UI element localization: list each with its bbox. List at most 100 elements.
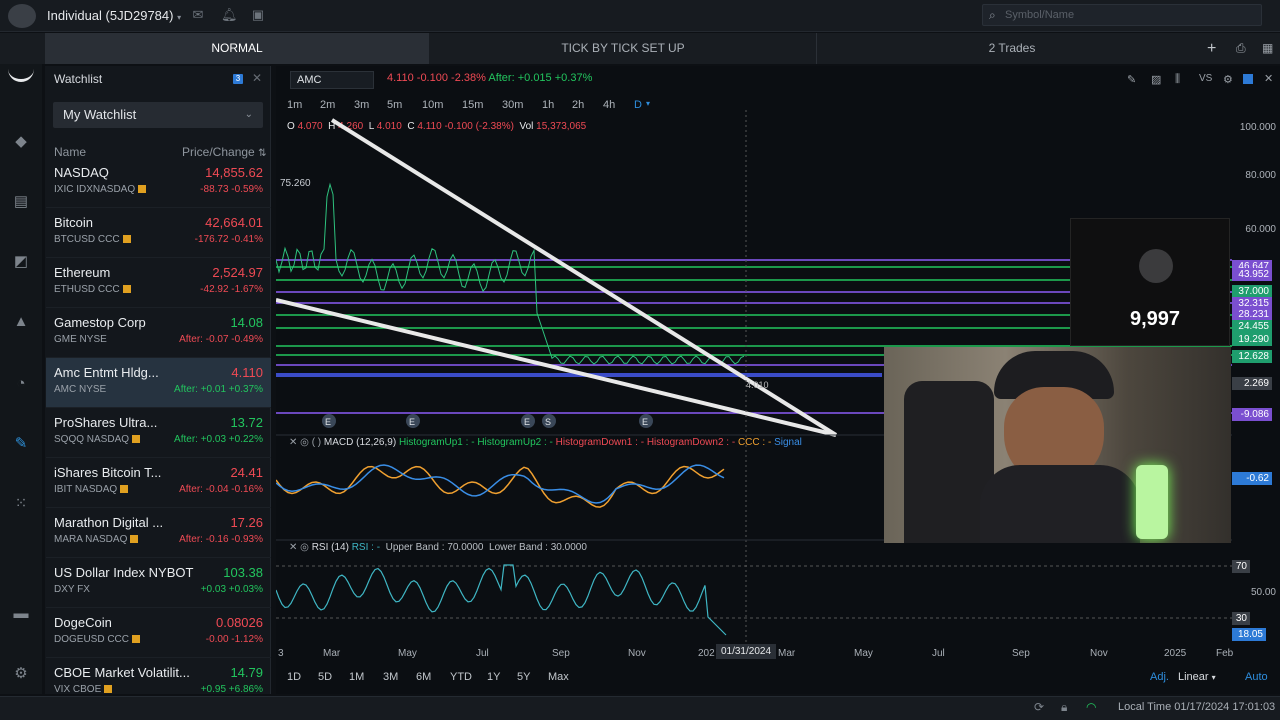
gauge-icon[interactable]: ◔ (11, 374, 31, 394)
overlay-avatar (1139, 249, 1173, 283)
apps-grid-icon[interactable]: ⁙ (11, 494, 31, 514)
trendline-lower[interactable] (276, 298, 837, 437)
symbol-search[interactable]: ⌕ (982, 4, 1262, 26)
document-icon[interactable]: ▤ (11, 192, 31, 212)
price-axis[interactable]: 100.000 80.000 60.000 46.647 43.952 37.000… (1232, 118, 1280, 648)
close-icon[interactable]: ✕ (289, 437, 297, 448)
tag-icon[interactable]: ◆ (11, 132, 31, 152)
chat-icon[interactable]: ▬ (11, 604, 31, 624)
macd-hist-down2: HistogramDown2 : - (646, 437, 736, 448)
range-6M[interactable]: 6M (416, 671, 431, 683)
macd-hist-up2: HistogramUp2 : - (477, 437, 553, 448)
range-5D[interactable]: 5D (318, 671, 332, 683)
symbol-exchange: DXY FX (54, 584, 90, 595)
symbol-change: +0.95 +6.86% (200, 684, 263, 695)
save-layout-icon[interactable]: ⎙ (1236, 41, 1246, 56)
trade-tools-icon[interactable]: ✎ (11, 434, 31, 454)
auto-scale-toggle[interactable]: Auto (1245, 671, 1268, 683)
watchlist-row[interactable]: Bitcoin BTCUSD CCC 42,664.01 -176.72 -0.41% (46, 208, 271, 258)
high-marker: 75.260 (280, 178, 311, 189)
settings-icon[interactable]: ⚙ (1223, 73, 1233, 86)
range-3M[interactable]: 3M (383, 671, 398, 683)
symbol-price: 4.110 (231, 365, 263, 380)
watchlist-row[interactable]: NASDAQ IXIC IDXNASDAQ 14,855.62 -88.73 -0.5… (46, 158, 271, 208)
symbol-input[interactable]: AMC (290, 71, 374, 89)
scale-type-select[interactable]: Linear ▾ (1178, 671, 1216, 683)
delay-flag-icon (120, 485, 129, 494)
price-level-tag: 2.269 (1232, 377, 1272, 390)
add-tab-icon[interactable]: + (1207, 40, 1216, 58)
indicator-icon[interactable]: ▨ (1151, 73, 1161, 86)
refresh-icon[interactable]: ⟳ (1034, 700, 1044, 714)
close-icon[interactable]: ✕ (252, 71, 262, 85)
range-1D[interactable]: 1D (287, 671, 301, 683)
symbol-exchange: IBIT NASDAQ (54, 484, 129, 495)
symbol-exchange-label: VIX CBOE (54, 684, 102, 695)
symbol-exchange: MARA NASDAQ (54, 534, 139, 545)
rsi-title: RSI (14) (311, 542, 349, 553)
watchlist-row[interactable]: iShares Bitcoin T... IBIT NASDAQ 24.41 Afte… (46, 458, 271, 508)
symbol-exchange-label: AMC NYSE (54, 384, 107, 395)
mail-icon[interactable]: ✉ (191, 8, 205, 22)
range-Max[interactable]: Max (548, 671, 569, 683)
layout-grid-icon[interactable]: ▦ (1262, 41, 1273, 55)
watchlist-row[interactable]: Gamestop Corp GME NYSE 14.08 After: -0.07 -… (46, 308, 271, 358)
settings-icon[interactable]: ◎ (300, 437, 309, 448)
watchlist-row[interactable]: ProShares Ultra... SQQQ NASDAQ 13.72 After:… (46, 408, 271, 458)
tab-normal[interactable]: NORMAL (45, 33, 429, 64)
column-header-name[interactable]: Name (54, 145, 86, 159)
y-tick-label: 80.000 (1245, 170, 1276, 181)
account-selector[interactable]: Individual (5JD29784) ▾ (47, 8, 181, 23)
adjusted-toggle[interactable]: Adj. (1150, 671, 1169, 683)
range-5Y[interactable]: 5Y (517, 671, 530, 683)
close-icon[interactable]: ✕ (1264, 72, 1273, 85)
symbol-exchange-label: DOGEUSD CCC (54, 634, 130, 645)
x-tick-label: Jul (476, 648, 489, 659)
candle-type-icon[interactable]: ⫼ (1175, 73, 1180, 86)
watchlist-row[interactable]: Marathon Digital ... MARA NASDAQ 17.26 Afte… (46, 508, 271, 558)
symbol-price: 103.38 (223, 565, 263, 580)
cap-icon[interactable]: ▲ (11, 312, 31, 332)
bell-icon[interactable]: 🔔︎ (221, 8, 238, 22)
search-input[interactable] (1005, 7, 1255, 23)
symbol-change: After: +0.03 +0.22% (174, 434, 263, 445)
symbol-price: 14.79 (230, 665, 263, 680)
message-icon[interactable]: ▣ (251, 8, 265, 22)
rsi-tag-value: 18.05 (1232, 628, 1266, 641)
settings-icon[interactable]: ⚙ (11, 664, 31, 684)
settings-icon[interactable]: ◎ (300, 542, 309, 553)
compare-icon[interactable]: VS (1199, 73, 1212, 84)
symbol-change: -88.73 -0.59% (200, 184, 263, 195)
user-avatar[interactable] (8, 4, 36, 28)
tab-tick-by-tick[interactable]: TICK BY TICK SET UP (430, 33, 816, 64)
rsi-upper: Upper Band : 70.0000 (385, 542, 484, 553)
range-1Y[interactable]: 1Y (487, 671, 500, 683)
close-icon[interactable]: ✕ (289, 542, 297, 553)
watchlist-row[interactable]: US Dollar Index NYBOT DXY FX 103.38 +0.03 +… (46, 558, 271, 608)
symbol-change: -176.72 -0.41% (194, 234, 263, 245)
lock-icon[interactable]: 🔒︎ (1061, 700, 1067, 715)
visibility-icon[interactable]: ( ) (312, 437, 321, 448)
symbol-name: Gamestop Corp (54, 315, 146, 330)
watchlist-selector[interactable]: My Watchlist ⌄ (53, 102, 263, 128)
tab-trades[interactable]: 2 Trades (817, 33, 1207, 64)
rsi-lower: Lower Band : 30.0000 (489, 542, 587, 553)
watchlist-row[interactable]: Ethereum ETHUSD CCC 2,524.97 -42.92 -1.67% (46, 258, 271, 308)
range-1M[interactable]: 1M (349, 671, 364, 683)
chart-icon[interactable]: ◩ (11, 252, 31, 272)
link-icon[interactable] (1243, 74, 1253, 84)
pencil-icon[interactable]: ✎ (1127, 73, 1136, 86)
watchlist-row[interactable]: DogeCoin DOGEUSD CCC 0.08026 -0.00 -1.12% (46, 608, 271, 658)
symbol-price: 14,855.62 (205, 165, 263, 180)
chevron-down-icon: ▾ (177, 13, 182, 22)
symbol-exchange-label: DXY FX (54, 584, 90, 595)
lamp-shape (1136, 465, 1168, 539)
column-header-price[interactable]: Price/Change ⇅ (182, 145, 266, 159)
range-YTD[interactable]: YTD (450, 671, 472, 683)
x-tick-label: Jul (932, 648, 945, 659)
chevron-down-icon[interactable]: ▾ (646, 99, 650, 108)
symbol-exchange-label: MARA NASDAQ (54, 534, 128, 545)
macd-ccc: CCC : - (737, 437, 772, 448)
watchlist-row[interactable]: Amc Entmt Hldg... AMC NYSE 4.110 After: +0.… (46, 358, 271, 408)
symbol-name: NASDAQ (54, 165, 109, 180)
